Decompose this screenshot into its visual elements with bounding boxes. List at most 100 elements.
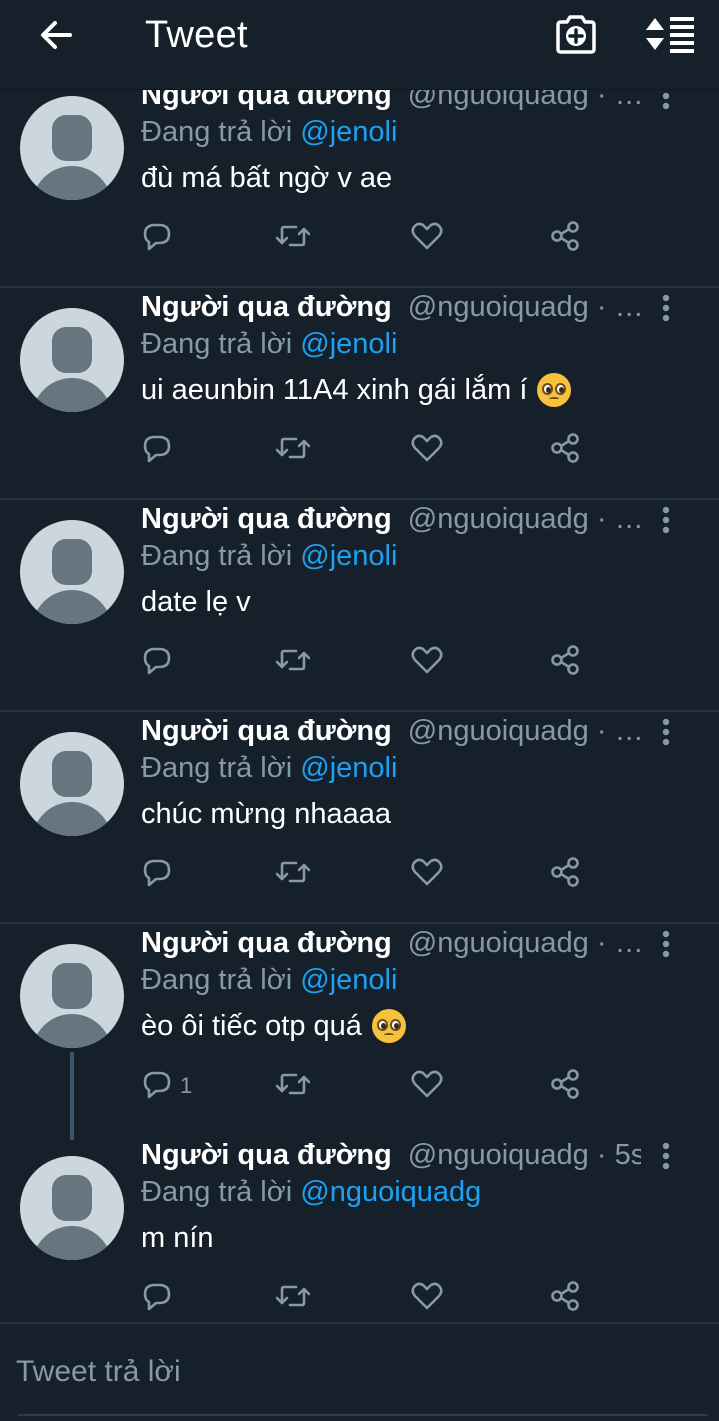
avatar-body-shape <box>32 802 112 836</box>
like-button[interactable] <box>410 1066 444 1106</box>
like-button[interactable] <box>410 854 444 894</box>
retweet-button[interactable] <box>274 430 312 470</box>
avatar-head-shape <box>52 963 92 1009</box>
pleading-face-icon <box>371 1009 406 1043</box>
heart-icon <box>410 1279 444 1318</box>
more-options-button[interactable] <box>648 1138 684 1174</box>
author-name[interactable]: Người qua đường <box>141 712 392 750</box>
replying-to-label: Đang trả lời <box>141 1176 301 1208</box>
tweet-text-content: m nín <box>141 1222 214 1254</box>
retweet-button[interactable] <box>274 218 312 258</box>
tweet-text: chúc mừng nhaaaa <box>141 794 391 834</box>
tweet-item[interactable]: Người qua đường @nguoiquadg · … Đang trả… <box>0 924 719 1140</box>
mention-link[interactable]: @nguoiquadg <box>300 1176 481 1208</box>
author-handle: @nguoiquadg · … <box>407 503 641 535</box>
author-name[interactable]: Người qua đường <box>141 500 392 538</box>
like-button[interactable] <box>410 1278 444 1318</box>
share-icon <box>548 1067 582 1106</box>
replying-to-label: Đang trả lời <box>141 540 301 572</box>
reply-button[interactable] <box>140 218 180 258</box>
tweet-item[interactable]: Người qua đường @nguoiquadg · … Đang trả… <box>0 500 719 712</box>
more-options-button[interactable] <box>648 714 684 750</box>
avatar[interactable] <box>20 308 124 412</box>
mention-link[interactable]: @jenoli <box>300 964 397 996</box>
share-icon <box>548 1279 582 1318</box>
more-options-button[interactable] <box>648 90 684 114</box>
tweet-item[interactable]: Người qua đường @nguoiquadg · … Đang trả… <box>0 712 719 924</box>
reply-compose-bar <box>0 1322 719 1421</box>
reply-button[interactable] <box>140 1278 180 1318</box>
mention-link[interactable]: @jenoli <box>300 116 397 148</box>
share-button[interactable] <box>548 1278 582 1318</box>
reply-input[interactable] <box>16 1350 696 1394</box>
tweet-text-content: date lẹ v <box>141 586 251 618</box>
share-icon <box>548 643 582 682</box>
like-button[interactable] <box>410 430 444 470</box>
avatar[interactable] <box>20 1156 124 1260</box>
tweet-text-content: èo ôi tiếc otp quá <box>141 1010 362 1042</box>
author-name[interactable]: Người qua đường <box>141 1136 392 1174</box>
retweet-icon <box>274 1067 312 1106</box>
more-options-button[interactable] <box>648 290 684 326</box>
author-name[interactable]: Người qua đường <box>141 924 392 962</box>
tweet-item[interactable]: Người qua đường @nguoiquadg · … Đang trả… <box>0 90 719 288</box>
author-name[interactable]: Người qua đường <box>141 288 392 326</box>
avatar[interactable] <box>20 732 124 836</box>
reply-icon <box>140 1279 174 1318</box>
avatar[interactable] <box>20 96 124 200</box>
tweet-text: đù má bất ngờ v ae <box>141 158 392 198</box>
replying-to-label: Đang trả lời <box>141 964 301 996</box>
sort-icon <box>646 17 694 53</box>
more-options-button[interactable] <box>648 926 684 962</box>
retweet-button[interactable] <box>274 854 312 894</box>
avatar-body-shape <box>32 378 112 412</box>
tweet-detail-screen: Tweet Người qua đường @nguoiquadg · … Đa… <box>0 0 719 1421</box>
reply-button[interactable] <box>140 642 180 682</box>
retweet-button[interactable] <box>274 1066 312 1106</box>
avatar-body-shape <box>32 166 112 200</box>
retweet-icon <box>274 643 312 682</box>
tweet-item[interactable]: Người qua đường @nguoiquadg · … Đang trả… <box>0 288 719 500</box>
share-button[interactable] <box>548 430 582 470</box>
reply-button[interactable] <box>140 430 180 470</box>
mention-link[interactable]: @jenoli <box>300 752 397 784</box>
reply-icon <box>140 643 174 682</box>
avatar[interactable] <box>20 944 124 1048</box>
more-options-button[interactable] <box>648 502 684 538</box>
tweet-text-content: ui aeunbin 11A4 xinh gái lắm í <box>141 374 528 406</box>
mention-link[interactable]: @jenoli <box>300 328 397 360</box>
tweet-item[interactable]: Người qua đường @nguoiquadg · 5s Đang tr… <box>0 1136 719 1322</box>
tweet-header: Người qua đường @nguoiquadg · … <box>141 924 641 962</box>
author-name[interactable]: Người qua đường <box>141 90 392 114</box>
avatar-body-shape <box>32 1014 112 1048</box>
retweet-button[interactable] <box>274 642 312 682</box>
reply-icon <box>140 855 174 894</box>
share-button[interactable] <box>548 218 582 258</box>
heart-icon <box>410 643 444 682</box>
share-icon <box>548 855 582 894</box>
more-vertical-icon <box>662 718 670 746</box>
reply-button[interactable] <box>140 854 180 894</box>
retweet-button[interactable] <box>274 1278 312 1318</box>
tweet-actions: 1 <box>0 1066 719 1106</box>
like-button[interactable] <box>410 642 444 682</box>
back-button[interactable] <box>30 12 82 58</box>
mention-link[interactable]: @jenoli <box>300 540 397 572</box>
camera-button[interactable] <box>550 10 602 58</box>
share-button[interactable] <box>548 642 582 682</box>
tweet-text-content: chúc mừng nhaaaa <box>141 798 391 830</box>
avatar-head-shape <box>52 1175 92 1221</box>
like-button[interactable] <box>410 218 444 258</box>
share-button[interactable] <box>548 854 582 894</box>
tweet-header: Người qua đường @nguoiquadg · … <box>141 288 641 326</box>
replying-to: Đang trả lời @jenoli <box>141 962 397 998</box>
author-handle: @nguoiquadg · … <box>407 90 641 111</box>
reply-button[interactable]: 1 <box>140 1066 192 1106</box>
heart-icon <box>410 1067 444 1106</box>
tweet-text: èo ôi tiếc otp quá <box>141 1006 406 1046</box>
share-button[interactable] <box>548 1066 582 1106</box>
avatar[interactable] <box>20 520 124 624</box>
tweet-text: m nín <box>141 1218 214 1258</box>
sort-button[interactable] <box>640 10 700 58</box>
more-vertical-icon <box>662 92 670 110</box>
